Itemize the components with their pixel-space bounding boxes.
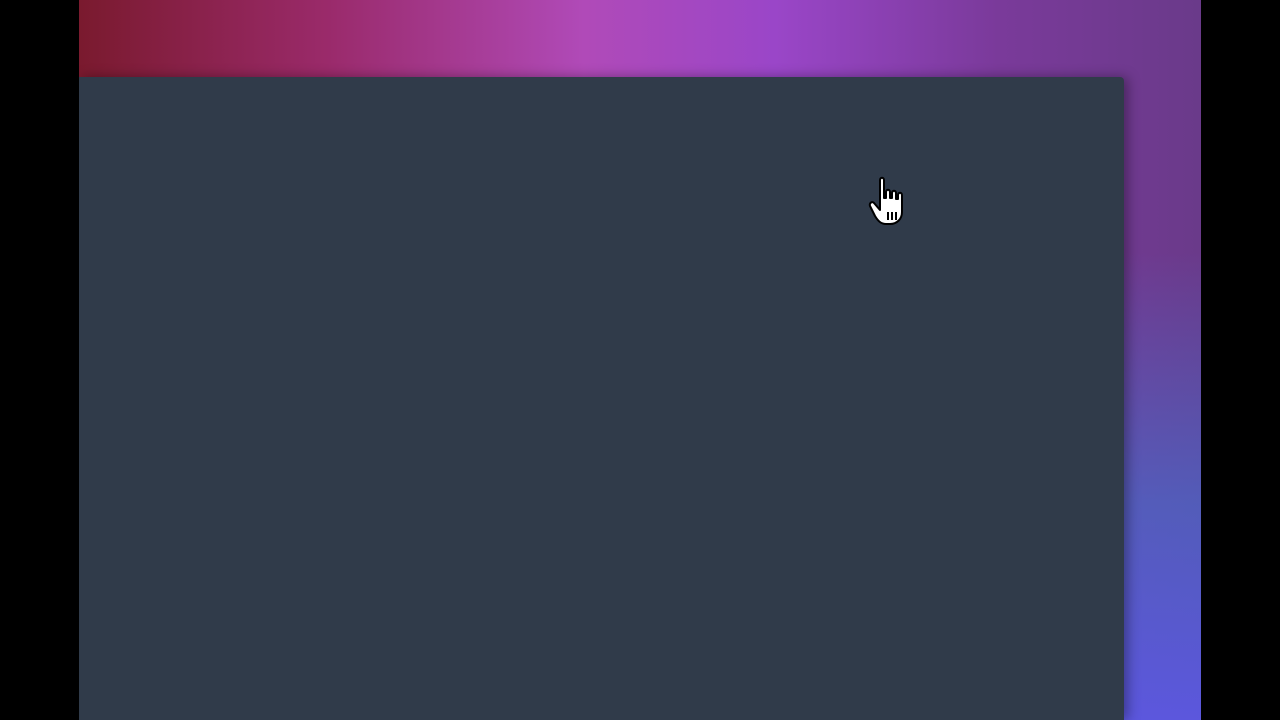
desktop-wallpaper <box>79 0 1201 720</box>
letterbox-left <box>0 0 79 720</box>
letterbox-right <box>1201 0 1280 720</box>
hand-pointer-icon <box>866 174 916 228</box>
app-window[interactable] <box>79 77 1124 720</box>
